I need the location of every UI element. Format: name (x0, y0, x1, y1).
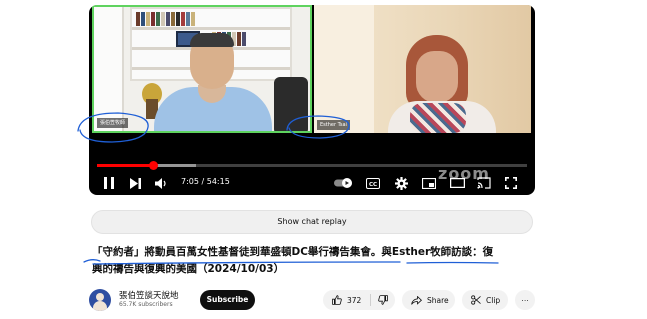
participant-face (416, 51, 458, 103)
progress-played (97, 164, 153, 167)
background-door (94, 7, 124, 131)
like-dislike-group: 372 (323, 290, 395, 310)
clip-label: Clip (486, 295, 501, 305)
share-icon (411, 295, 422, 305)
current-time: 7:05 (181, 177, 199, 186)
like-count: 372 (347, 295, 362, 305)
share-label: Share (427, 295, 449, 305)
participant-name-tag: Esther Tsai (317, 120, 350, 130)
svg-text:CC: CC (369, 181, 377, 187)
video-title-line-1: 「守約者」將動員百萬女性基督徒到華盛頓DC舉行禱告集會。與Esther牧師訪談：… (92, 246, 494, 258)
channel-row: 張伯笠談天說地 65.7K subscribers Subscribe 372 … (89, 289, 535, 311)
more-actions-button[interactable]: ⋯ (515, 290, 535, 310)
subscriber-count: 65.7K subscribers (119, 301, 173, 308)
participant-tile-left: 張伯笠牧師 (92, 5, 312, 133)
miniplayer-icon[interactable] (421, 173, 437, 193)
dislike-button[interactable] (371, 290, 389, 310)
subscribe-button[interactable]: Subscribe (200, 290, 255, 310)
like-button[interactable]: 372 (323, 290, 361, 310)
show-chat-replay-button[interactable]: Show chat replay (91, 210, 533, 234)
captions-icon[interactable]: CC (365, 173, 381, 193)
video-player[interactable]: 張伯笠牧師 Esther Tsai zoom 7:05 / 54:15 CC (89, 5, 535, 195)
cast-icon[interactable] (476, 173, 492, 193)
duration: 54:15 (206, 177, 230, 186)
time-display: 7:05 / 54:15 (181, 177, 230, 186)
office-chair (274, 77, 308, 131)
channel-avatar[interactable] (89, 289, 111, 311)
volume-icon[interactable] (153, 173, 169, 193)
scissors-icon (471, 295, 481, 305)
share-button[interactable]: Share (402, 290, 455, 310)
scrubber-handle[interactable] (148, 161, 158, 170)
channel-name[interactable]: 張伯笠談天說地 (119, 289, 179, 301)
video-title: 「守約者」將動員百萬女性基督徒到華盛頓DC舉行禱告集會。與Esther牧師訪談：… (92, 244, 538, 278)
progress-bar[interactable] (97, 161, 527, 170)
clip-button[interactable]: Clip (462, 290, 508, 310)
next-icon[interactable] (127, 173, 143, 193)
participant-scarf (410, 103, 466, 133)
player-controls: 7:05 / 54:15 CC (89, 171, 535, 195)
participant-name-tag: 張伯笠牧師 (97, 118, 129, 128)
gear-icon[interactable] (393, 173, 409, 193)
theater-icon[interactable] (449, 173, 465, 193)
more-icon: ⋯ (521, 295, 529, 305)
autoplay-toggle-icon[interactable] (333, 173, 355, 193)
thumbs-up-icon (332, 295, 342, 305)
video-title-line-2: 興的禱告與復興的美國（2024/10/03） (92, 263, 285, 275)
fullscreen-icon[interactable] (503, 173, 519, 193)
thumbs-down-icon (378, 295, 389, 305)
pause-icon[interactable] (101, 173, 117, 193)
participant-tile-right: Esther Tsai (314, 5, 531, 133)
